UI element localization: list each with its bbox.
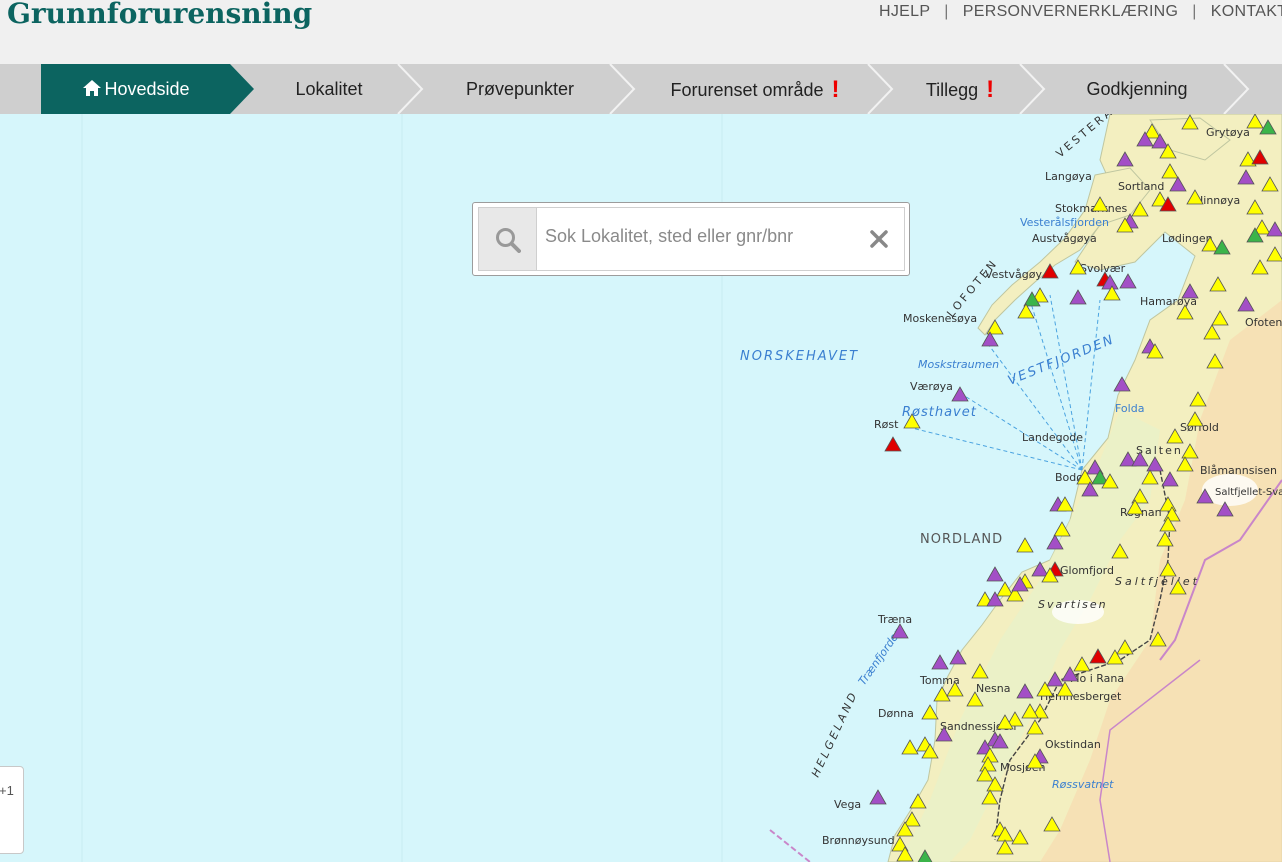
place-label: Mo i Rana: [1070, 672, 1124, 685]
place-label: Hinnøya: [1195, 194, 1240, 207]
place-label: Moskstraumen: [918, 358, 999, 371]
step-label-provepunkter: Prøvepunkter: [465, 79, 575, 99]
privacy-link[interactable]: PERSONVERNERKLÆRING: [963, 3, 1179, 20]
place-label: Svartisen: [1038, 598, 1108, 611]
step-lokalitet[interactable]: Lokalitet: [254, 64, 404, 114]
place-label: Vesterålsfjorden: [1020, 216, 1109, 229]
place-label: Salten: [1136, 444, 1183, 457]
place-label: Moskenesøya: [903, 312, 977, 325]
place-label: Værøya: [910, 380, 953, 393]
place-label: Dønna: [878, 707, 914, 720]
place-label: Folda: [1115, 402, 1144, 415]
place-label: Vega: [834, 798, 861, 811]
site-marker[interactable]: [901, 739, 919, 755]
step-label-lokalitet: Lokalitet: [295, 79, 363, 99]
map-view[interactable]: Grytøya Langøya Sortland Stokmarknes Hin…: [0, 114, 1282, 862]
place-label: Hemnesberget: [1040, 690, 1122, 703]
border-line: [769, 829, 811, 862]
site-marker[interactable]: [986, 566, 1004, 582]
top-links: HJELP | PERSONVERNERKLÆRING | KONTAKT: [879, 3, 1282, 21]
site-marker[interactable]: [1069, 289, 1087, 305]
step-label-forurenset-omrade: Forurenset område: [670, 80, 824, 100]
site-marker[interactable]: [884, 436, 902, 452]
place-label: Saltfjellet: [1115, 575, 1200, 588]
step-label-hovedside: Hovedside: [104, 79, 190, 99]
place-label: VESTFJORDEN: [1006, 332, 1117, 389]
home-icon: [83, 80, 102, 96]
clear-icon[interactable]: [869, 228, 889, 250]
place-label: Røssvatnet: [1052, 778, 1114, 791]
step-provepunkter[interactable]: Prøvepunkter: [422, 64, 618, 114]
place-label: Okstindan: [1045, 738, 1101, 751]
place-label: Stokmarknes: [1055, 202, 1127, 215]
place-label: NORDLAND: [920, 532, 1003, 547]
place-label: Langøya: [1045, 170, 1092, 183]
place-label: Grytøya: [1206, 126, 1250, 139]
separator: |: [1192, 3, 1197, 20]
place-label: Svolvær: [1080, 262, 1126, 275]
contact-link[interactable]: KONTAKT: [1211, 3, 1282, 20]
step-godkjenning[interactable]: Godkjenning: [1044, 64, 1230, 114]
wizard-start: [0, 64, 40, 114]
step-tillegg[interactable]: Tillegg!: [892, 64, 1028, 114]
place-label: Ofoten: [1245, 316, 1282, 329]
place-label: Sortland: [1118, 180, 1164, 193]
place-label: Austvågøya: [1032, 232, 1097, 245]
place-label: Røst: [874, 418, 899, 431]
search-icon: [496, 228, 521, 253]
warning-icon: !: [831, 76, 840, 103]
place-label: HELGELAND: [809, 688, 861, 779]
map-widget-label: +1: [0, 783, 14, 798]
site-marker[interactable]: [1016, 537, 1034, 553]
step-hovedside[interactable]: Hovedside: [41, 64, 231, 114]
map-scale-widget[interactable]: +1: [0, 766, 24, 854]
place-label: Blåmannsisen: [1200, 464, 1277, 477]
search-input[interactable]: [545, 226, 845, 247]
step-label-tillegg: Tillegg: [925, 80, 979, 100]
site-marker[interactable]: [869, 789, 887, 805]
place-label: Glomfjord: [1060, 564, 1114, 577]
search-inner: [478, 207, 905, 271]
step-forurenset-omrade[interactable]: Forurenset område!: [634, 64, 876, 114]
wizard-steps: Hovedside Lokalitet Prøvepunkter Foruren…: [0, 64, 1282, 114]
site-marker[interactable]: [921, 704, 939, 720]
site-marker[interactable]: [951, 386, 969, 402]
site-marker[interactable]: [1119, 273, 1137, 289]
separator: |: [944, 3, 949, 20]
place-label: Landegode: [1022, 431, 1083, 444]
place-label: NORSKEHAVET: [740, 349, 859, 364]
place-label: Lødingen: [1162, 232, 1213, 245]
place-label: Træna: [877, 613, 912, 626]
step-label-godkjenning: Godkjenning: [1086, 79, 1188, 99]
search-button[interactable]: [479, 208, 537, 270]
place-label: Saltfjellet-Svartisen: [1215, 487, 1282, 498]
app-header: Grunnforurensning HJELP | PERSONVERNERKLÆR…: [0, 0, 1282, 64]
place-label: Nesna: [976, 682, 1010, 695]
search-box: [472, 202, 910, 276]
place-label: Brønnøysund: [822, 834, 895, 847]
help-link[interactable]: HJELP: [879, 3, 930, 20]
site-marker[interactable]: [931, 654, 949, 670]
app-title[interactable]: Grunnforurensning: [7, 0, 312, 30]
warning-icon: !: [986, 76, 995, 103]
